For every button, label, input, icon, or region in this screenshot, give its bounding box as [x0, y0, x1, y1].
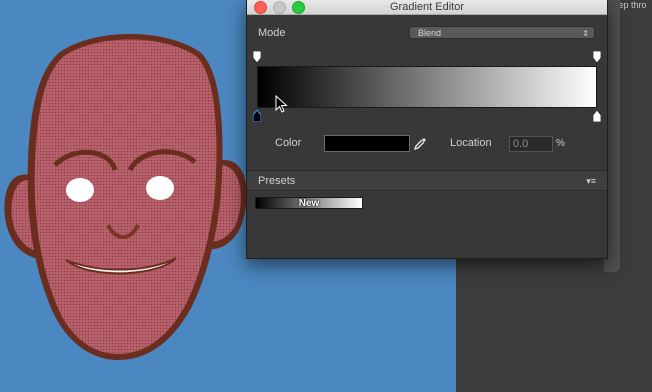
preset-new[interactable]: New	[255, 197, 363, 209]
location-unit: %	[556, 138, 565, 149]
presets-label: Presets	[258, 175, 296, 187]
color-swatch[interactable]	[324, 135, 410, 152]
color-key-left-selected[interactable]	[253, 110, 261, 122]
color-label: Color	[275, 137, 302, 149]
eyedropper-icon[interactable]	[413, 137, 427, 151]
presets-header: Presets ▾≡	[247, 172, 607, 191]
title-bar[interactable]: Gradient Editor	[247, 0, 607, 15]
gradient-editor-window: Gradient Editor Mode Blend ⇕ Color Locat…	[246, 0, 608, 259]
menu-icon[interactable]: ▾≡	[586, 177, 596, 186]
color-key-right[interactable]	[593, 110, 601, 122]
chevron-updown-icon: ⇕	[582, 29, 589, 38]
divider	[247, 170, 607, 171]
alpha-key-right[interactable]	[593, 51, 601, 63]
alpha-key-left[interactable]	[253, 51, 261, 63]
mouse-cursor-icon	[275, 95, 288, 113]
location-input[interactable]: 0.0	[509, 136, 553, 152]
preset-label: New	[298, 198, 320, 209]
mode-dropdown[interactable]: Blend ⇕	[409, 26, 595, 39]
mode-value: Blend	[418, 28, 442, 38]
mode-label: Mode	[258, 27, 286, 39]
window-title: Gradient Editor	[390, 1, 464, 13]
gradient-preview[interactable]	[257, 66, 597, 108]
location-label: Location	[450, 137, 492, 149]
head-model-render	[4, 34, 247, 360]
